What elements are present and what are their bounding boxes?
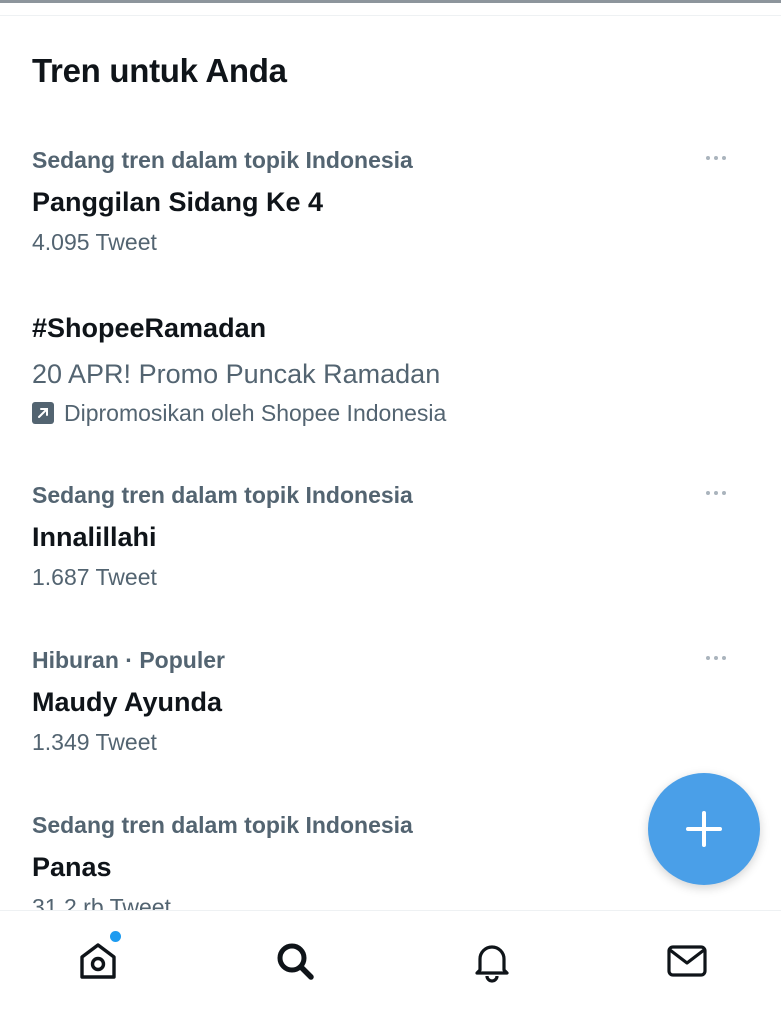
promoted-description: 20 APR! Promo Puncak Ramadan	[32, 359, 441, 389]
trend-count: 1.349 Tweet	[32, 729, 157, 755]
trend-count: 1.687 Tweet	[32, 564, 157, 590]
trend-meta: Sedang tren dalam topik Indonesia	[32, 482, 413, 508]
plus-icon	[686, 811, 722, 847]
trend-name: Panas	[32, 852, 112, 882]
section-title: Tren untuk Anda	[32, 52, 287, 89]
trend-count: 4.095 Tweet	[32, 229, 157, 255]
trend-item[interactable]: Sedang tren dalam topik Indonesia Panggi…	[32, 145, 732, 259]
trend-item[interactable]: Hiburan · Populer Maudy Ayunda 1.349 Twe…	[32, 645, 732, 759]
trend-name: Maudy Ayunda	[32, 687, 223, 717]
search-icon	[277, 943, 314, 980]
promoted-trend-item[interactable]: #ShopeeRamadan 20 APR! Promo Puncak Rama…	[32, 308, 732, 430]
trend-meta: Sedang tren dalam topik Indonesia	[32, 147, 413, 173]
nav-home[interactable]	[68, 931, 128, 991]
notification-dot	[110, 931, 121, 942]
nav-search[interactable]	[265, 931, 325, 991]
nav-messages[interactable]	[657, 931, 717, 991]
home-icon	[80, 943, 116, 979]
promoted-byline: Dipromosikan oleh Shopee Indonesia	[32, 396, 732, 430]
bottom-navigation	[0, 910, 781, 1025]
trend-item[interactable]: Sedang tren dalam topik Indonesia Innali…	[32, 480, 732, 594]
promoted-byline-text: Dipromosikan oleh Shopee Indonesia	[64, 400, 447, 426]
compose-tweet-button[interactable]	[648, 773, 760, 885]
trend-item[interactable]: Sedang tren dalam topik Indonesia Panas …	[32, 810, 732, 924]
top-divider	[0, 15, 781, 16]
trend-meta: Hiburan · Populer	[32, 647, 225, 673]
top-border	[0, 0, 781, 3]
more-options-icon[interactable]	[699, 480, 733, 506]
promoted-hashtag: #ShopeeRamadan	[32, 313, 267, 343]
trend-meta: Sedang tren dalam topik Indonesia	[32, 812, 413, 838]
trend-name: Innalillahi	[32, 522, 157, 552]
promoted-arrow-icon	[32, 402, 54, 424]
more-options-icon[interactable]	[699, 145, 733, 171]
trend-name: Panggilan Sidang Ke 4	[32, 187, 324, 217]
more-options-icon[interactable]	[699, 645, 733, 671]
mail-icon	[667, 945, 707, 977]
bell-icon	[475, 945, 509, 983]
nav-notifications[interactable]	[462, 931, 522, 991]
